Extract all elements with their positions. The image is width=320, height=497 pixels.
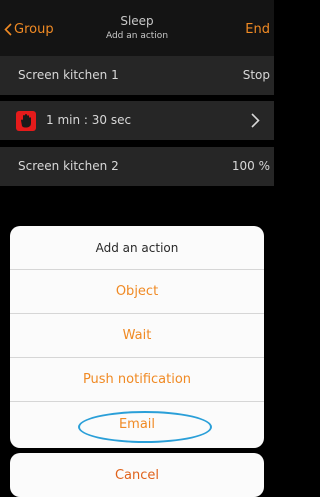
row-label: Screen kitchen 2 xyxy=(18,159,119,173)
list-item[interactable]: Screen kitchen 2 100 % xyxy=(0,147,274,187)
push-notification-option-button[interactable]: Push notification xyxy=(10,358,264,402)
object-option-button[interactable]: Object xyxy=(10,270,264,314)
email-option-button[interactable]: Email xyxy=(10,402,264,446)
end-button[interactable]: End xyxy=(240,22,270,37)
cancel-button[interactable]: Cancel xyxy=(10,453,264,497)
navigation-bar: Group Sleep Add an action End xyxy=(0,0,274,56)
row-label: Screen kitchen 1 xyxy=(18,68,119,82)
hand-stop-icon xyxy=(16,111,36,131)
page-title: Sleep xyxy=(120,14,154,28)
row-value: Stop xyxy=(242,68,270,82)
wait-option-button[interactable]: Wait xyxy=(10,314,264,358)
action-sheet-title: Add an action xyxy=(10,226,264,270)
action-sheet: Add an action Object Wait Push notificat… xyxy=(10,226,264,448)
list-item[interactable]: 1 min : 30 sec xyxy=(0,101,274,141)
page-subtitle: Add an action xyxy=(105,31,169,41)
row-value: 100 % xyxy=(231,159,270,173)
list-item[interactable]: Screen kitchen 1 Stop xyxy=(0,56,274,96)
chevron-right-icon xyxy=(251,113,260,132)
cancel-sheet: Cancel xyxy=(10,453,264,497)
row-label: 1 min : 30 sec xyxy=(46,113,132,127)
